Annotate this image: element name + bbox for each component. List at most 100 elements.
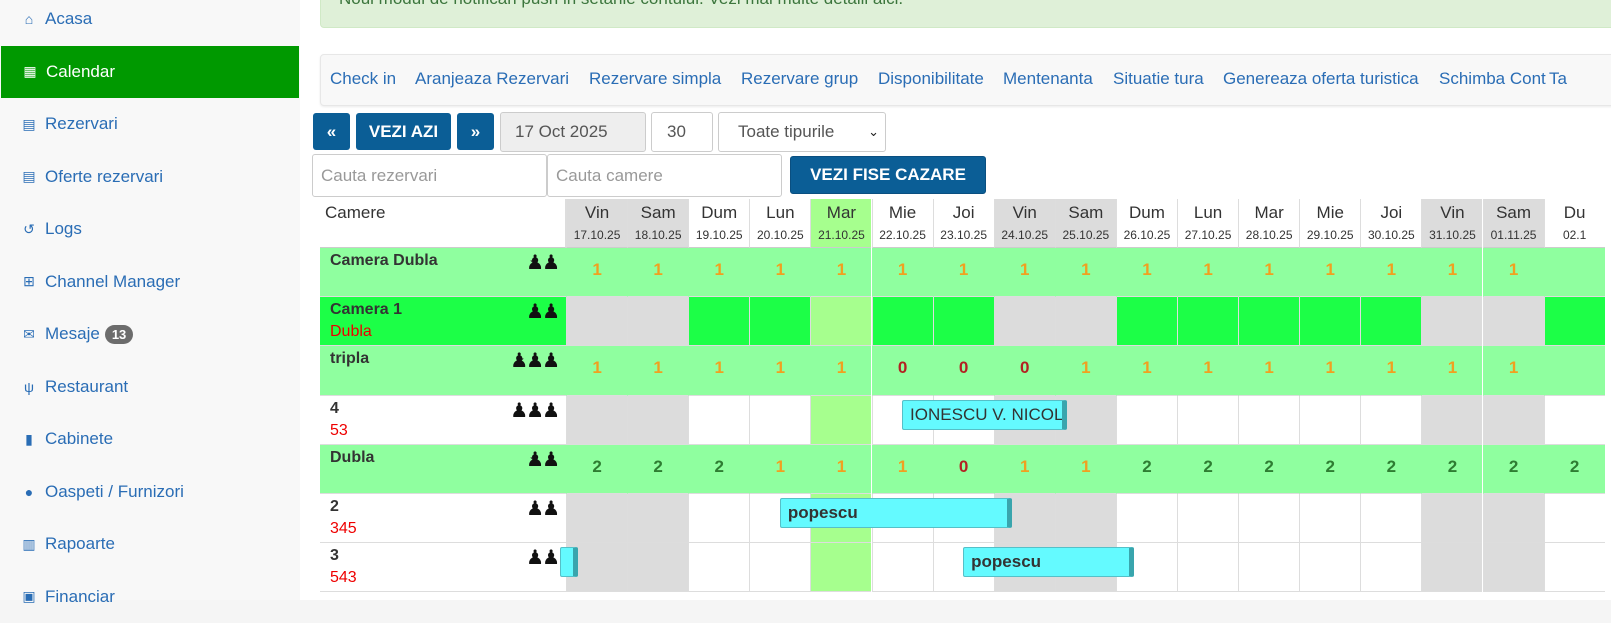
- room-day-cell[interactable]: [1238, 297, 1300, 347]
- room-day-cell[interactable]: [932, 297, 994, 347]
- availability-cell[interactable]: [1543, 346, 1605, 396]
- availability-cell[interactable]: 1: [749, 346, 811, 396]
- room-day-cell[interactable]: [566, 395, 628, 445]
- availability-cell[interactable]: 2: [1115, 444, 1177, 494]
- room-day-cell[interactable]: [993, 297, 1055, 347]
- room-type-row-label[interactable]: Camera Dubla ⌄ ♟♟: [320, 248, 566, 298]
- room-day-cell[interactable]: [1421, 494, 1483, 544]
- room-row-label[interactable]: Camera 1 Dubla ♟♟: [320, 297, 566, 347]
- room-day-cell[interactable]: [1177, 297, 1239, 347]
- search-reservations-input[interactable]: Cauta rezervari: [312, 154, 547, 197]
- room-day-cell[interactable]: [749, 395, 811, 445]
- availability-cell[interactable]: 1: [932, 248, 994, 298]
- room-day-cell[interactable]: [1299, 543, 1361, 593]
- room-day-cell[interactable]: [1543, 297, 1605, 347]
- room-day-cell[interactable]: [810, 297, 872, 347]
- room-day-cell[interactable]: [1543, 395, 1605, 445]
- sidebar-item-rapoarte[interactable]: ▥ Rapoarte: [0, 518, 300, 570]
- room-row-label[interactable]: 2 345 ♟♟: [320, 494, 566, 544]
- menu-link-genereaza-oferta-turistica[interactable]: Genereaza oferta turistica: [1223, 69, 1419, 89]
- room-day-cell[interactable]: [627, 543, 689, 593]
- room-day-cell[interactable]: [1421, 395, 1483, 445]
- menu-link-rezervare-simpla[interactable]: Rezervare simpla: [589, 69, 721, 89]
- sidebar-item-logs[interactable]: ↺ Logs: [0, 203, 300, 255]
- room-day-cell[interactable]: [566, 494, 628, 544]
- availability-cell[interactable]: 2: [566, 444, 628, 494]
- availability-cell[interactable]: 1: [993, 248, 1055, 298]
- menu-link-disponibilitate[interactable]: Disponibilitate: [878, 69, 984, 89]
- availability-cell[interactable]: 2: [1177, 444, 1239, 494]
- room-day-cell[interactable]: [1360, 297, 1422, 347]
- room-day-cell[interactable]: [627, 494, 689, 544]
- availability-cell[interactable]: 1: [1238, 248, 1300, 298]
- menu-link-aranjeaza-rezervari[interactable]: Aranjeaza Rezervari: [415, 69, 569, 89]
- menu-link-rezervare-grup[interactable]: Rezervare grup: [741, 69, 858, 89]
- availability-cell[interactable]: 1: [871, 444, 933, 494]
- room-day-cell[interactable]: [627, 297, 689, 347]
- availability-cell[interactable]: 2: [1482, 444, 1544, 494]
- menu-link-schimba-cont[interactable]: Schimba Cont: [1439, 69, 1546, 89]
- room-day-cell[interactable]: [871, 297, 933, 347]
- availability-cell[interactable]: 1: [1054, 248, 1116, 298]
- room-day-cell[interactable]: [1238, 494, 1300, 544]
- availability-cell[interactable]: 1: [1115, 346, 1177, 396]
- room-day-cell[interactable]: [1115, 297, 1177, 347]
- room-day-cell[interactable]: [1177, 395, 1239, 445]
- room-day-cell[interactable]: [1421, 297, 1483, 347]
- room-day-cell[interactable]: [688, 543, 750, 593]
- availability-cell[interactable]: 1: [1115, 248, 1177, 298]
- availability-cell[interactable]: 2: [627, 444, 689, 494]
- room-day-cell[interactable]: [1299, 494, 1361, 544]
- menu-link-ta[interactable]: Ta: [1549, 69, 1567, 89]
- availability-cell[interactable]: 1: [688, 248, 750, 298]
- availability-cell[interactable]: 1: [1360, 248, 1422, 298]
- days-count-field[interactable]: 30: [651, 112, 713, 152]
- room-day-cell[interactable]: [1482, 543, 1544, 593]
- room-day-cell[interactable]: [1543, 494, 1605, 544]
- prev-period-button[interactable]: «: [313, 113, 350, 150]
- sidebar-item-restaurant[interactable]: ψ Restaurant: [0, 361, 300, 413]
- sidebar-item-calendar[interactable]: ▦ Calendar: [1, 45, 299, 98]
- room-day-cell[interactable]: [810, 395, 872, 445]
- availability-cell[interactable]: 1: [1238, 346, 1300, 396]
- room-day-cell[interactable]: [1360, 494, 1422, 544]
- reservation-block[interactable]: popescu: [779, 498, 1013, 528]
- room-day-cell[interactable]: [1421, 543, 1483, 593]
- availability-cell[interactable]: 1: [688, 346, 750, 396]
- search-rooms-input[interactable]: Cauta camere: [547, 154, 782, 197]
- sidebar-item-rezervari[interactable]: ▤ Rezervari: [0, 98, 300, 150]
- room-day-cell[interactable]: [566, 297, 628, 347]
- room-day-cell[interactable]: [688, 297, 750, 347]
- room-day-cell[interactable]: [1543, 543, 1605, 593]
- room-day-cell[interactable]: [1482, 494, 1544, 544]
- room-day-cell[interactable]: [627, 395, 689, 445]
- view-fise-cazare-button[interactable]: VEZI FISE CAZARE: [790, 156, 986, 194]
- room-day-cell[interactable]: [749, 543, 811, 593]
- availability-cell[interactable]: 1: [993, 444, 1055, 494]
- reservation-block[interactable]: popescu: [963, 547, 1135, 578]
- availability-cell[interactable]: 1: [810, 248, 872, 298]
- room-day-cell[interactable]: [1238, 395, 1300, 445]
- availability-cell[interactable]: 1: [1054, 346, 1116, 396]
- sidebar-item-financiar[interactable]: ▣ Financiar: [0, 571, 300, 623]
- room-day-cell[interactable]: [1054, 494, 1116, 544]
- availability-cell[interactable]: 1: [627, 248, 689, 298]
- availability-cell[interactable]: 1: [871, 248, 933, 298]
- room-day-cell[interactable]: [688, 395, 750, 445]
- availability-cell[interactable]: 1: [1299, 346, 1361, 396]
- availability-cell[interactable]: 1: [627, 346, 689, 396]
- availability-cell[interactable]: 2: [1360, 444, 1422, 494]
- room-day-cell[interactable]: [1299, 297, 1361, 347]
- availability-cell[interactable]: 1: [1421, 248, 1483, 298]
- reservation-block[interactable]: IONESCU V. NICOLAE: [902, 399, 1068, 430]
- availability-cell[interactable]: 2: [1421, 444, 1483, 494]
- room-day-cell[interactable]: [1177, 543, 1239, 593]
- availability-cell[interactable]: 1: [1054, 444, 1116, 494]
- availability-cell[interactable]: [1543, 248, 1605, 298]
- availability-cell[interactable]: 1: [566, 248, 628, 298]
- availability-cell[interactable]: 1: [749, 444, 811, 494]
- availability-cell[interactable]: 2: [688, 444, 750, 494]
- room-day-cell[interactable]: [1360, 395, 1422, 445]
- reservation-block[interactable]: [559, 547, 579, 578]
- availability-cell[interactable]: 1: [749, 248, 811, 298]
